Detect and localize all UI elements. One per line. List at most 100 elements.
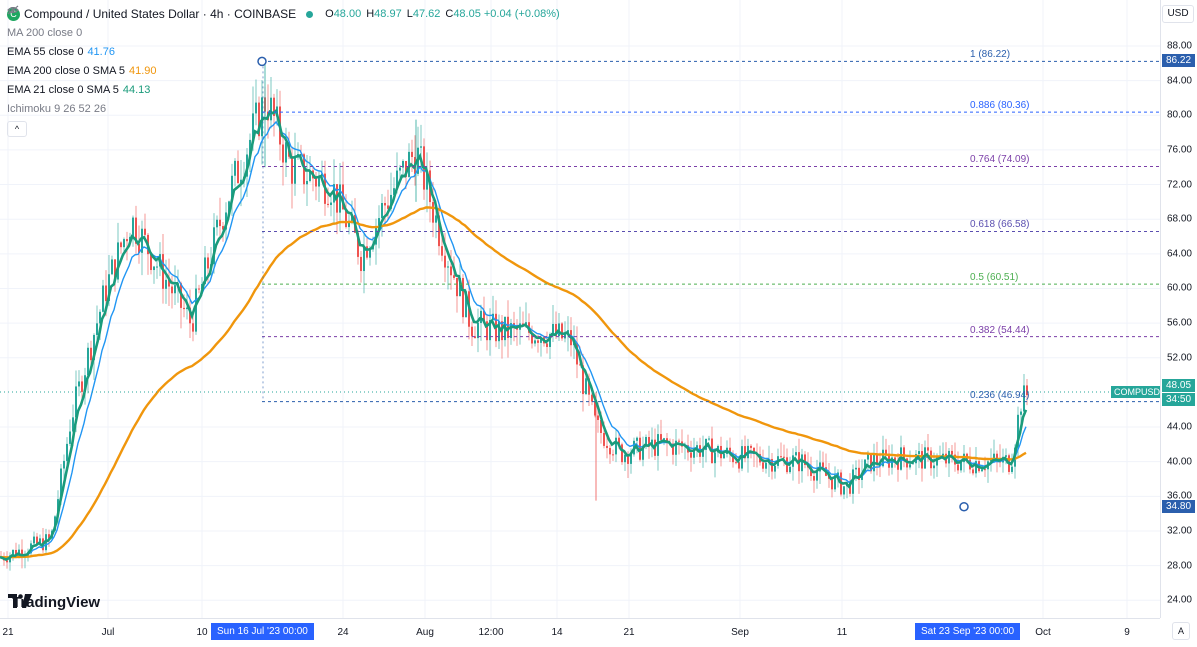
candle-body (690, 452, 692, 458)
price-tick-label: 60.00 (1166, 282, 1192, 294)
indicator-ema55[interactable]: EMA 55 close 0 41.76 (7, 43, 563, 62)
candle-body (957, 464, 959, 471)
auto-scale-button[interactable]: A (1172, 622, 1190, 640)
candle-body (120, 242, 122, 248)
candle-body (636, 437, 638, 441)
time-axis[interactable]: 21 Jul 10 24 Aug 12:00 14 21 Sep 11 Oct 9 Sun 16 Jul… (0, 618, 1160, 647)
candle-body (735, 462, 737, 464)
candle-body (411, 151, 413, 157)
candle-body (546, 343, 548, 347)
ohlc-close-label: C (445, 8, 454, 20)
indicator-name: EMA 200 close 0 SMA 5 (7, 65, 126, 77)
candle-body (534, 340, 536, 344)
candle-body (294, 157, 296, 184)
candle-body (783, 456, 785, 458)
ohlc-high-value: 48.97 (374, 8, 402, 20)
candle-body (102, 285, 104, 312)
fib-low-price-badge: 34.80 (1162, 499, 1196, 513)
price-axis[interactable]: 88.00 84.00 80.00 76.00 72.00 68.00 64.00 60.00… (1160, 0, 1197, 618)
price-tick-label: 52.00 (1166, 352, 1192, 364)
candle-body (291, 156, 293, 184)
candle-body (765, 462, 767, 469)
candle-body (171, 286, 173, 294)
ohlc-open-label: O (325, 8, 334, 20)
candle-body (471, 326, 473, 337)
fib-level-label[interactable]: 1 (86.22) (970, 49, 1010, 60)
collapse-legend-button[interactable]: ^ (7, 121, 27, 137)
candle-body (66, 443, 68, 461)
candle-body (903, 447, 905, 459)
fib-level-label[interactable]: 0.886 (80.36) (970, 100, 1030, 111)
indicator-name: EMA 21 close 0 SMA 5 (7, 84, 119, 96)
candle-body (192, 323, 194, 332)
candle-body (63, 460, 65, 469)
indicator-ma200[interactable]: MA 200 close 0 (7, 5, 563, 43)
price-tick-label: 28.00 (1166, 560, 1192, 572)
currency-selector[interactable]: USD (1162, 5, 1194, 23)
fib-level-label[interactable]: 0.764 (74.09) (970, 154, 1030, 165)
fib-level-label[interactable]: 0.236 (46.94) (970, 390, 1030, 401)
time-tick-label: 10 (196, 627, 208, 638)
indicator-ichimoku[interactable]: Ichimoku 9 26 52 26 (7, 5, 563, 119)
ohlc-close-value: 48.05 (453, 8, 481, 20)
candle-body (111, 259, 113, 275)
symbol-title-row[interactable]: C Compound / United States Dollar · 4h ·… (7, 5, 563, 24)
chart-pane[interactable]: C Compound / United States Dollar · 4h ·… (0, 0, 1160, 618)
candle-body (237, 160, 239, 184)
time-tick-label: 14 (551, 627, 563, 638)
candle-body (774, 465, 776, 472)
indicator-ema200[interactable]: EMA 200 close 0 SMA 5 41.90 (7, 62, 563, 81)
time-tick-label: 11 (836, 627, 848, 638)
candle-body (153, 266, 155, 271)
candle-body (1011, 466, 1013, 472)
time-tick-label: 12:00 (478, 627, 504, 638)
candle-body (198, 288, 200, 290)
candle-body (81, 381, 83, 392)
time-tick-label: Oct (1035, 627, 1051, 638)
candle-body (144, 228, 146, 235)
fib-level-label[interactable]: 0.618 (66.58) (970, 219, 1030, 230)
candle-body (456, 277, 458, 297)
candle-body (453, 275, 455, 278)
candle-body (219, 219, 221, 227)
candle-body (363, 246, 365, 272)
fib-level-label[interactable]: 0.5 (60.51) (970, 272, 1018, 283)
candle-body (183, 307, 185, 310)
candle-body (105, 285, 107, 302)
candle-body (603, 432, 605, 446)
candle-body (867, 454, 869, 460)
candle-body (951, 450, 953, 455)
fib-level-label[interactable]: 0.382 (54.44) (970, 325, 1030, 336)
candle-body (831, 478, 833, 490)
candle-body (918, 451, 920, 455)
ohlc-high-label: H (366, 8, 375, 20)
candle-body (789, 466, 791, 473)
candle-body (822, 462, 824, 468)
price-tick-label: 24.00 (1166, 594, 1192, 606)
candle-body (360, 256, 362, 272)
candle-body (714, 452, 716, 464)
tradingview-logo-icon (8, 594, 32, 608)
candle-body (447, 266, 449, 268)
candle-body (1020, 411, 1022, 415)
fib-anchor-handle[interactable] (959, 501, 969, 512)
candle-body (435, 215, 437, 223)
market-status-icon (306, 11, 314, 18)
candle-body (585, 378, 587, 395)
candle-body (207, 257, 209, 269)
candle-body (132, 217, 134, 237)
indicator-name: Ichimoku 9 26 52 26 (7, 103, 107, 115)
time-tick-label: 24 (337, 627, 349, 638)
candle-body (441, 246, 443, 256)
candle-body (444, 255, 446, 268)
ema-21-line (0, 108, 1028, 562)
indicator-ema21[interactable]: EMA 21 close 0 SMA 5 44.13 (7, 81, 563, 100)
current-price-badge: 48.05 (1162, 378, 1196, 392)
symbol-title[interactable]: Compound / United States Dollar · 4h · C… (24, 5, 296, 24)
tradingview-logo[interactable]: TradingView (8, 594, 100, 611)
candle-body (597, 415, 599, 420)
candle-body (780, 456, 782, 458)
candle-body (33, 536, 35, 544)
candle-body (234, 160, 236, 176)
candle-body (813, 476, 815, 481)
